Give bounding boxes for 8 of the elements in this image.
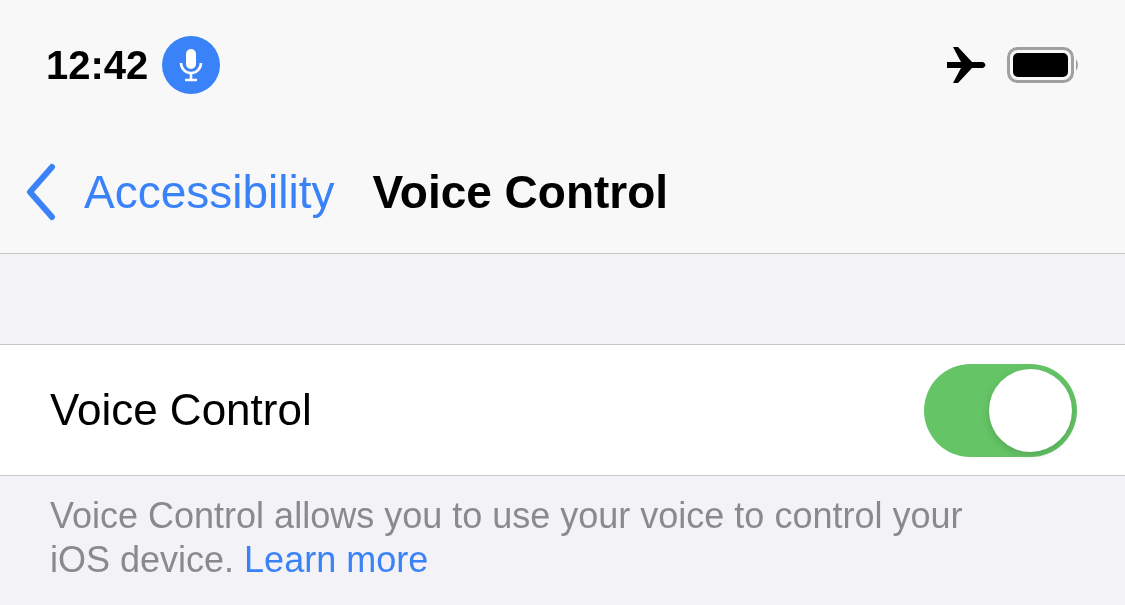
back-button[interactable]: Accessibility <box>24 162 335 221</box>
learn-more-link[interactable]: Learn more <box>244 539 429 580</box>
battery-icon <box>1007 47 1081 83</box>
footer-description: Voice Control allows you to use your voice to control your iOS device. Learn more <box>50 494 964 582</box>
page-title: Voice Control <box>372 164 669 219</box>
status-time: 12:42 <box>46 42 149 88</box>
chevron-left-icon <box>24 162 58 221</box>
setting-label: Voice Control <box>50 385 312 435</box>
